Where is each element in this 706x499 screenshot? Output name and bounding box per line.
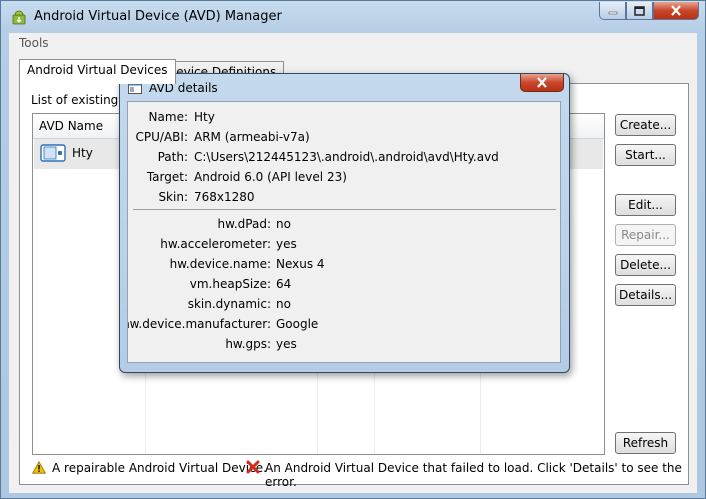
- property-row: hw.device.name: Nexus 4: [128, 257, 558, 273]
- maximize-icon: [634, 5, 645, 16]
- menu-bar: Tools: [9, 33, 697, 54]
- detail-row: Name: Hty: [128, 110, 558, 126]
- title-bar[interactable]: Android Virtual Device (AVD) Manager: [1, 1, 705, 33]
- legend: A repairable Android Virtual Device. An …: [32, 459, 692, 489]
- detail-key: Skin:: [158, 190, 188, 204]
- property-key: vm.heapSize:: [189, 277, 271, 291]
- separator: [133, 209, 556, 210]
- details-scroll-area[interactable]: Name: Hty CPU/ABI: ARM (armeabi-v7a) Pat…: [128, 102, 560, 362]
- property-key: hw.gps:: [225, 337, 271, 351]
- caption-buttons: [599, 2, 699, 20]
- close-icon: [671, 5, 681, 16]
- property-key: hw.dPad:: [217, 217, 271, 231]
- property-value: Google: [276, 317, 319, 331]
- property-row: skin.dynamic: no: [128, 297, 558, 313]
- detail-key: Path:: [157, 150, 188, 164]
- property-value: yes: [276, 337, 297, 351]
- tab-android-virtual-devices[interactable]: Android Virtual Devices: [19, 59, 176, 84]
- details-button[interactable]: Details...: [615, 284, 676, 306]
- property-value: yes: [276, 237, 297, 251]
- android-app-icon: [12, 10, 26, 25]
- property-value: 64: [276, 277, 292, 291]
- window-title: Android Virtual Device (AVD) Manager: [34, 9, 282, 24]
- device-icon: [40, 144, 66, 162]
- detail-row: Skin: 768x1280: [128, 190, 558, 206]
- start-button[interactable]: Start...: [615, 144, 676, 166]
- repair-button[interactable]: Repair...: [615, 224, 676, 246]
- detail-value: ARM (armeabi-v7a): [194, 130, 310, 144]
- property-key: hw.device.manufacturer:: [128, 317, 271, 331]
- warning-icon: [32, 461, 46, 474]
- detail-row: Target: Android 6.0 (API level 23): [128, 170, 558, 186]
- close-button[interactable]: [653, 2, 699, 20]
- detail-key: CPU/ABI:: [135, 130, 188, 144]
- avd-name-cell: Hty: [72, 146, 93, 160]
- detail-key: Name:: [148, 110, 188, 124]
- dialog-close-button[interactable]: [520, 74, 564, 92]
- legend-failed-text: An Android Virtual Device that failed to…: [265, 461, 682, 489]
- detail-key: Target:: [146, 170, 188, 184]
- property-row: hw.device.manufacturer: Google: [128, 317, 558, 333]
- property-value: no: [276, 217, 291, 231]
- property-row: hw.gps: yes: [128, 337, 558, 353]
- menu-tools[interactable]: Tools: [19, 36, 49, 50]
- property-key: skin.dynamic:: [187, 297, 271, 311]
- close-icon: [537, 77, 547, 88]
- property-row: hw.dPad: no: [128, 217, 558, 233]
- dialog-content: Name: Hty CPU/ABI: ARM (armeabi-v7a) Pat…: [127, 101, 561, 363]
- delete-button[interactable]: Delete...: [615, 254, 676, 276]
- property-value: Nexus 4: [276, 257, 325, 271]
- property-key: hw.accelerometer:: [160, 237, 271, 251]
- detail-value: C:\Users\212445123\.android\.android\avd…: [194, 150, 499, 164]
- detail-row: Path: C:\Users\212445123\.android\.andro…: [128, 150, 558, 166]
- avd-details-dialog: AVD details Name: Hty CPU/ABI: ARM (arme…: [119, 73, 570, 373]
- legend-repairable-text: A repairable Android Virtual Device.: [52, 461, 267, 475]
- refresh-button[interactable]: Refresh: [615, 432, 676, 454]
- maximize-button[interactable]: [626, 2, 653, 20]
- property-row: hw.accelerometer: yes: [128, 237, 558, 253]
- detail-value: Android 6.0 (API level 23): [194, 170, 347, 184]
- error-icon: [246, 460, 260, 474]
- property-key: hw.device.name:: [169, 257, 271, 271]
- column-header-avd-name[interactable]: AVD Name: [39, 119, 103, 133]
- property-value: no: [276, 297, 291, 311]
- minimize-button[interactable]: [599, 2, 626, 20]
- property-row: vm.heapSize: 64: [128, 277, 558, 293]
- detail-value: Hty: [194, 110, 215, 124]
- detail-row: CPU/ABI: ARM (armeabi-v7a): [128, 130, 558, 146]
- minimize-icon: [608, 11, 617, 14]
- create-button[interactable]: Create...: [615, 114, 676, 136]
- detail-value: 768x1280: [194, 190, 255, 204]
- edit-button[interactable]: Edit...: [615, 194, 676, 216]
